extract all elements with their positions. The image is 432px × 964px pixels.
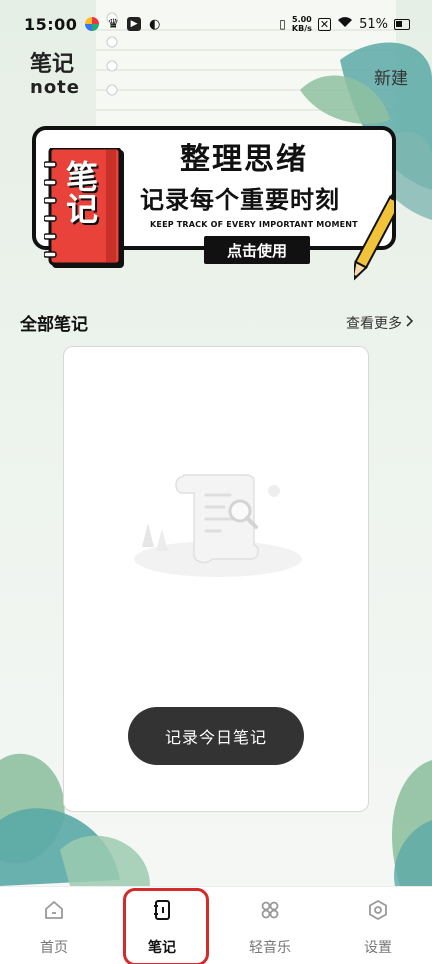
notebook-label: 笔记	[61, 160, 99, 224]
tab-settings[interactable]: 设置	[324, 887, 432, 964]
video-app-icon: ▶	[127, 17, 142, 31]
banner-subtitle: 记录每个重要时刻	[140, 186, 340, 214]
battery-icon	[394, 18, 410, 30]
no-sim-icon: ✕	[317, 17, 332, 31]
tab-home-label: 首页	[40, 940, 68, 956]
section-title: 全部笔记	[20, 315, 88, 335]
empty-document-icon	[134, 474, 302, 577]
page-header: 笔记 note	[30, 52, 80, 98]
tab-light-music[interactable]: 轻音乐	[216, 887, 324, 964]
vibrate-icon: ▯	[279, 17, 286, 31]
wifi-icon	[337, 16, 353, 32]
chevron-right-icon	[406, 314, 414, 331]
notes-card: 记录今日笔记	[63, 346, 369, 812]
tab-notes[interactable]: 笔记	[108, 887, 216, 964]
all-notes-header: 全部笔记 查看更多	[20, 310, 414, 335]
bottom-tab-bar: 首页 笔记 轻音乐 设置	[0, 886, 432, 964]
tab-light-music-label: 轻音乐	[249, 940, 291, 956]
app-notification-icon	[85, 17, 100, 31]
new-note-button[interactable]: 新建	[374, 64, 408, 89]
crown-icon: ♛	[107, 16, 120, 32]
banner-cta-button[interactable]: 点击使用	[204, 236, 310, 264]
tab-home[interactable]: 首页	[0, 887, 108, 964]
page-title: 笔记	[30, 52, 75, 77]
banner-english-tagline: KEEP TRACK OF EVERY IMPORTANT MOMENT	[150, 220, 358, 229]
settings-icon	[367, 899, 389, 937]
pencil-icon	[354, 193, 394, 284]
tab-notes-label: 笔记	[148, 940, 176, 956]
network-speed-unit: KB/s	[291, 24, 312, 33]
battery-percent: 51%	[359, 16, 388, 32]
status-time: 15:00	[24, 14, 78, 34]
status-left: 15:00 ♛ ▶ ◐	[24, 15, 160, 34]
page-subtitle: note	[30, 77, 80, 98]
record-today-note-button[interactable]: 记录今日笔记	[128, 707, 304, 765]
banner-title: 整理思绪	[180, 142, 308, 177]
browser-app-icon: ◐	[149, 16, 161, 32]
tab-settings-label: 设置	[364, 940, 392, 956]
network-speed-value: 5.00	[292, 15, 312, 24]
music-grid-icon	[259, 899, 281, 937]
status-bar: 15:00 ♛ ▶ ◐ ▯ 5.00 KB/s ✕ 51%	[0, 0, 432, 48]
see-more-link[interactable]: 查看更多	[346, 313, 414, 333]
network-speed: 5.00 KB/s	[292, 15, 312, 33]
status-right: ▯ 5.00 KB/s ✕ 51%	[279, 15, 410, 33]
promo-banner[interactable]: 笔记 整理思绪 记录每个重要时刻 KEEP TRACK OF EVERY IMP…	[28, 118, 404, 296]
see-more-label: 查看更多	[346, 315, 402, 332]
notebook-icon	[151, 899, 173, 937]
home-icon	[43, 899, 65, 937]
